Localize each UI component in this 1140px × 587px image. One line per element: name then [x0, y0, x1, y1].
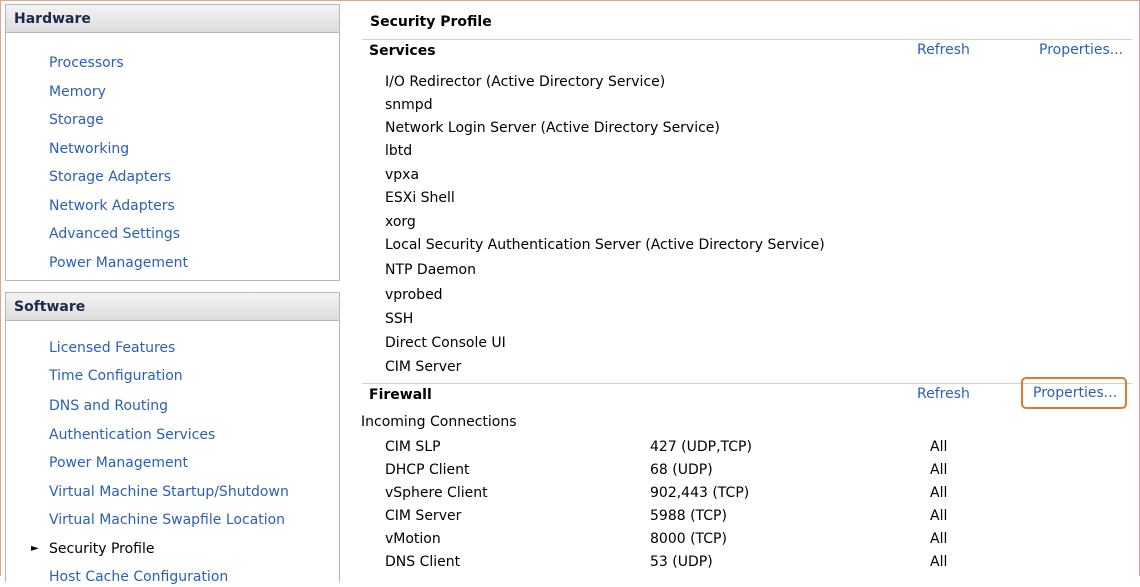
table-row: CIM Server 5988 (TCP) All [0, 505, 1140, 527]
services-refresh-link[interactable]: Refresh [917, 42, 970, 58]
table-row: vSphere Client 902,443 (TCP) All [0, 482, 1140, 504]
sidebar-item-storage[interactable]: Storage [49, 110, 104, 130]
list-item: vprobed [385, 287, 443, 303]
rule-name: vMotion [385, 531, 441, 547]
sidebar-item-network-adapters[interactable]: Network Adapters [49, 196, 175, 216]
firewall-title: Firewall [369, 387, 432, 403]
list-item: NTP Daemon [385, 262, 476, 278]
software-header: Software [6, 293, 339, 321]
rule-allowed: All [930, 531, 948, 547]
list-item: CIM Server [385, 359, 462, 375]
window-border-top [0, 0, 1140, 1]
firewall-header: Firewall Refresh Properties... [362, 377, 1132, 409]
services-properties-link[interactable]: Properties... [1039, 42, 1123, 58]
page-title: Security Profile [370, 14, 492, 30]
sidebar-item-storage-adapters[interactable]: Storage Adapters [49, 167, 171, 187]
hardware-header: Hardware [6, 5, 339, 33]
incoming-connections-heading: Incoming Connections [361, 414, 517, 430]
list-item: Network Login Server (Active Directory S… [385, 120, 720, 136]
sidebar-item-licensed-features[interactable]: Licensed Features [49, 338, 175, 358]
rule-allowed: All [930, 439, 948, 455]
list-item: ESXi Shell [385, 190, 455, 206]
rule-name: vSphere Client [385, 485, 488, 501]
firewall-refresh-link[interactable]: Refresh [917, 386, 970, 402]
list-item: vpxa [385, 167, 420, 183]
sidebar-item-advanced-settings[interactable]: Advanced Settings [49, 224, 180, 244]
rule-allowed: All [930, 485, 948, 501]
list-item: xorg [385, 214, 416, 230]
rule-ports: 427 (UDP,TCP) [650, 439, 752, 455]
rule-allowed: All [930, 462, 948, 478]
list-item: Local Security Authentication Server (Ac… [385, 237, 825, 253]
firewall-properties-link[interactable]: Properties... [1021, 377, 1128, 409]
services-title: Services [369, 43, 436, 59]
rule-ports: 8000 (TCP) [650, 531, 727, 547]
rule-ports: 5988 (TCP) [650, 508, 727, 524]
rule-ports: 68 (UDP) [650, 462, 713, 478]
sidebar-item-time-configuration[interactable]: Time Configuration [49, 366, 183, 386]
list-item: Direct Console UI [385, 335, 506, 351]
list-item: lbtd [385, 143, 413, 159]
sidebar-item-power-management-hw[interactable]: Power Management [49, 253, 188, 273]
table-row: CIM SLP 427 (UDP,TCP) All [0, 436, 1140, 458]
table-row: DNS Client 53 (UDP) All [0, 551, 1140, 573]
rule-ports: 53 (UDP) [650, 554, 713, 570]
rule-name: CIM Server [385, 508, 462, 524]
rule-allowed: All [930, 508, 948, 524]
sidebar-item-memory[interactable]: Memory [49, 82, 106, 102]
services-header: Services Refresh Properties... [362, 39, 1132, 64]
hardware-panel: Hardware Processors Memory Storage Netwo… [5, 4, 340, 281]
rule-allowed: All [930, 554, 948, 570]
list-item: I/O Redirector (Active Directory Service… [385, 74, 666, 90]
rule-name: CIM SLP [385, 439, 441, 455]
table-row: vMotion 8000 (TCP) All [0, 528, 1140, 550]
sidebar-item-dns-routing[interactable]: DNS and Routing [49, 396, 168, 416]
rule-name: DNS Client [385, 554, 461, 570]
list-item: SSH [385, 311, 414, 327]
table-row: DHCP Client 68 (UDP) All [0, 459, 1140, 481]
sidebar-item-processors[interactable]: Processors [49, 53, 124, 73]
sidebar-item-networking[interactable]: Networking [49, 139, 129, 159]
rule-ports: 902,443 (TCP) [650, 485, 750, 501]
list-item: snmpd [385, 97, 433, 113]
rule-name: DHCP Client [385, 462, 470, 478]
